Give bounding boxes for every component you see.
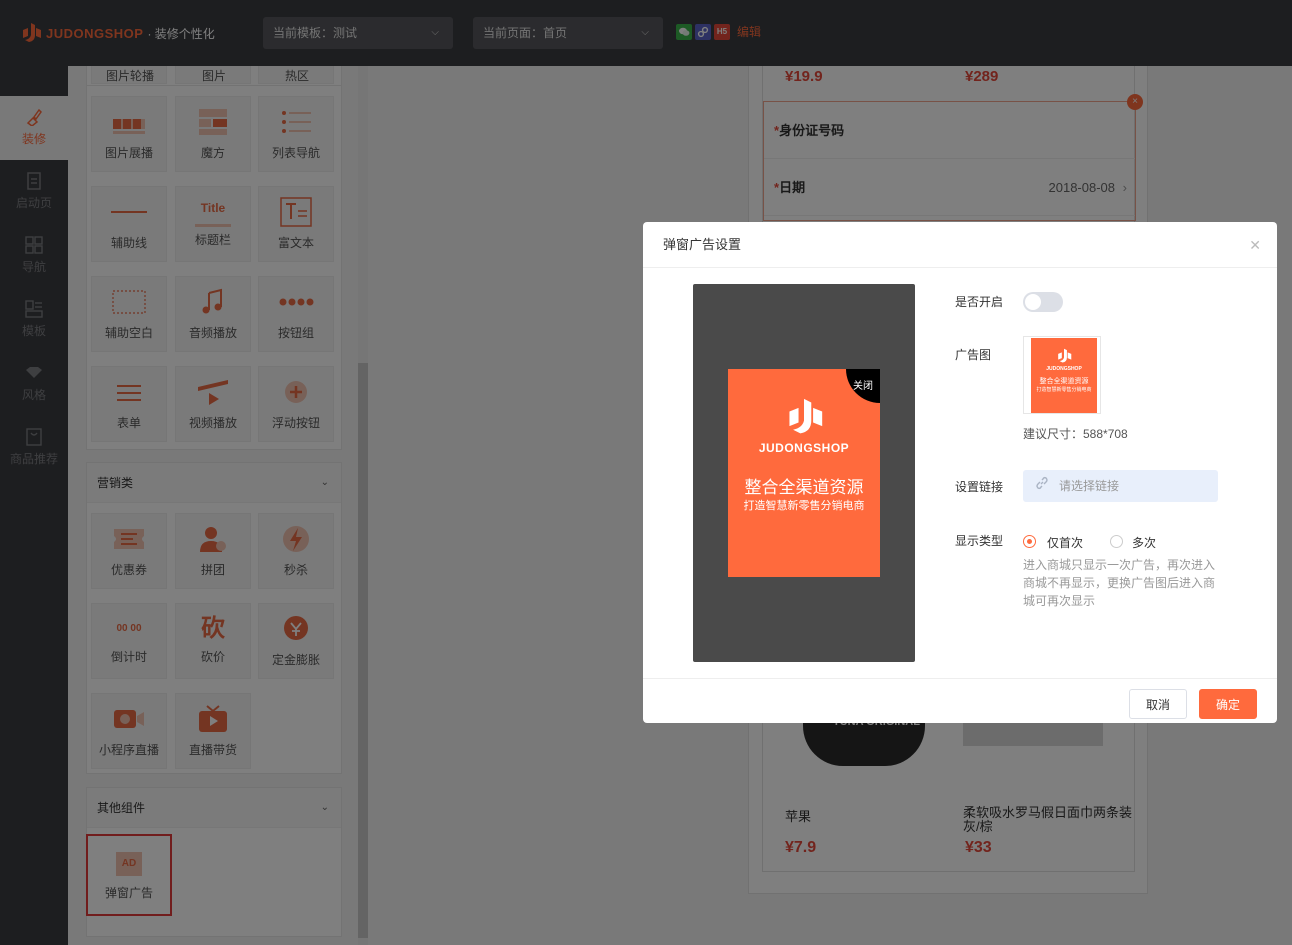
popup-ad-settings-modal: 弹窗广告设置 ✕ 关闭 JUDONGSHOP 整合全渠道资源 打造智慧新零售分销…: [643, 222, 1277, 723]
link-input[interactable]: 请选择链接: [1023, 470, 1218, 502]
logo-mark-icon: [789, 398, 823, 434]
cancel-button[interactable]: 取消: [1129, 689, 1187, 719]
enable-label: 是否开启: [955, 295, 1004, 309]
display-type-label: 显示类型: [955, 534, 1004, 548]
display-type-hint: 进入商城只显示一次广告，再次进入商城不再显示，更换广告图后进入商城可再次显示: [1023, 558, 1216, 608]
ad-image-label: 广告图: [955, 348, 992, 362]
ad-close-label: 关闭: [846, 369, 880, 403]
enable-toggle[interactable]: [1023, 292, 1063, 312]
modal-title: 弹窗广告设置: [663, 237, 742, 252]
confirm-button[interactable]: 确定: [1199, 689, 1257, 719]
close-icon[interactable]: ✕: [1249, 222, 1261, 268]
modal-header: 弹窗广告设置 ✕: [643, 222, 1277, 268]
ad-subtitle: 打造智慧新零售分销电商: [743, 500, 865, 512]
size-hint: 建议尺寸：588*708: [1023, 427, 1128, 441]
radio-multiple-label[interactable]: 多次: [1132, 534, 1156, 551]
ad-image-upload[interactable]: JUDONGSHOP 整合全渠道资源 打造智慧新零售分销电商: [1023, 336, 1101, 414]
link-label: 设置链接: [955, 480, 1004, 494]
logo-mark-icon: [1058, 348, 1072, 363]
ad-card: 关闭 JUDONGSHOP 整合全渠道资源 打造智慧新零售分销电商: [728, 369, 880, 577]
ad-phone-preview: 关闭 JUDONGSHOP 整合全渠道资源 打造智慧新零售分销电商: [693, 284, 915, 662]
radio-first-only[interactable]: [1023, 535, 1036, 548]
radio-first-only-label[interactable]: 仅首次: [1047, 534, 1083, 551]
radio-multiple[interactable]: [1110, 535, 1123, 548]
ad-title: 整合全渠道资源: [744, 478, 864, 497]
link-icon: [1035, 470, 1049, 502]
ad-brand: JUDONGSHOP: [758, 441, 850, 455]
